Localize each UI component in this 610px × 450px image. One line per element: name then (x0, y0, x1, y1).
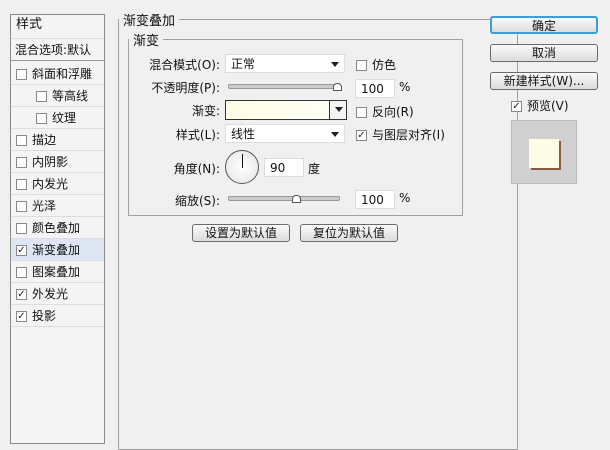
style-select[interactable]: 线性 (225, 124, 345, 143)
style-item-label: 外发光 (32, 287, 69, 301)
reset-default-button[interactable]: 复位为默认值 (300, 224, 398, 242)
checkbox-icon[interactable] (16, 69, 27, 80)
chevron-down-icon (331, 62, 339, 71)
checkbox-icon[interactable] (36, 113, 47, 124)
checkbox-icon[interactable]: ✓ (16, 311, 27, 322)
percent-sign: % (399, 191, 411, 205)
opacity-slider-thumb[interactable] (333, 83, 342, 91)
style-item-label: 投影 (32, 309, 57, 323)
angle-needle (242, 154, 243, 168)
checkbox-icon[interactable] (36, 91, 47, 102)
style-item[interactable]: ✓ 渐变叠加 (11, 239, 104, 261)
dither-checkbox[interactable]: 仿色 (356, 56, 396, 73)
style-item[interactable]: 内阴影 (11, 151, 104, 173)
checkbox-icon[interactable] (16, 157, 27, 168)
preview-box (511, 120, 577, 184)
reverse-checkbox[interactable]: 反向(R) (356, 103, 414, 120)
style-item[interactable]: 图案叠加 (11, 261, 104, 283)
style-item-label: 光泽 (32, 199, 57, 213)
gradient-picker[interactable] (225, 100, 347, 120)
style-item[interactable]: ✓ 外发光 (11, 283, 104, 305)
checkbox-icon[interactable] (16, 179, 27, 190)
style-item[interactable]: 描边 (11, 129, 104, 151)
style-item-label: 颜色叠加 (32, 221, 81, 235)
blend-mode-select[interactable]: 正常 (225, 54, 345, 73)
style-item-label: 渐变叠加 (32, 243, 81, 257)
checkbox-icon (356, 107, 367, 118)
checkbox-icon[interactable]: ✓ (16, 245, 27, 256)
scale-label: 缩放(S): (174, 194, 220, 208)
style-item[interactable]: 内发光 (11, 173, 104, 195)
style-value: 线性 (231, 127, 256, 141)
checkbox-icon[interactable]: ✓ (16, 289, 27, 300)
group-title: 渐变 (133, 34, 160, 49)
blending-options[interactable]: 混合选项:默认 (11, 39, 104, 61)
angle-input[interactable]: 90 (264, 158, 304, 177)
style-item-label: 图案叠加 (32, 265, 81, 279)
opacity-input[interactable]: 100 (355, 79, 395, 98)
style-label: 样式(L): (175, 128, 220, 142)
ok-button[interactable]: 确定 (490, 16, 598, 34)
checkbox-icon: ✓ (511, 101, 522, 112)
new-style-button[interactable]: 新建样式(W)... (490, 72, 598, 90)
style-item[interactable]: 等高线 (11, 85, 104, 107)
checkbox-icon[interactable] (16, 201, 27, 212)
angle-dial[interactable] (225, 150, 259, 184)
preview-label: 预览(V) (527, 99, 569, 113)
scale-slider[interactable] (228, 195, 340, 203)
percent-sign: % (399, 80, 411, 94)
chevron-down-icon (331, 132, 339, 141)
panel-title: 渐变叠加 (123, 14, 176, 29)
style-item-label: 描边 (32, 133, 57, 147)
reverse-label: 反向(R) (372, 105, 414, 119)
checkbox-icon (356, 60, 367, 71)
gradient-dropdown-button[interactable] (329, 101, 346, 119)
gradient-label: 渐变: (191, 104, 220, 118)
style-item-label: 斜面和浮雕 (32, 67, 93, 81)
style-item-label: 内阴影 (32, 155, 69, 169)
checkbox-icon[interactable] (16, 223, 27, 234)
style-item-label: 等高线 (52, 89, 89, 103)
preview-swatch (529, 139, 559, 168)
blend-mode-value: 正常 (231, 57, 256, 71)
preview-checkbox[interactable]: ✓ 预览(V) (511, 97, 569, 114)
checkbox-icon[interactable] (16, 135, 27, 146)
styles-header: 样式 (11, 15, 104, 39)
style-item[interactable]: 光泽 (11, 195, 104, 217)
checkbox-icon: ✓ (356, 130, 367, 141)
cancel-button[interactable]: 取消 (490, 44, 598, 62)
chevron-down-icon (335, 107, 343, 116)
align-with-layer-checkbox[interactable]: ✓ 与图层对齐(I) (356, 126, 445, 143)
set-default-button[interactable]: 设置为默认值 (192, 224, 290, 242)
dither-label: 仿色 (372, 58, 397, 72)
opacity-label: 不透明度(P): (151, 81, 220, 95)
degree-label: 度 (308, 162, 321, 176)
style-item-label: 内发光 (32, 177, 69, 191)
blend-mode-label: 混合模式(O): (149, 58, 220, 72)
styles-list: 样式 混合选项:默认 斜面和浮雕等高线纹理描边内阴影内发光光泽颜色叠加 ✓ 渐变叠加… (10, 14, 105, 444)
opacity-slider[interactable] (228, 83, 342, 91)
style-item[interactable]: 纹理 (11, 107, 104, 129)
style-item[interactable]: ✓ 投影 (11, 305, 104, 327)
style-item[interactable]: 颜色叠加 (11, 217, 104, 239)
checkbox-icon[interactable] (16, 267, 27, 278)
angle-label: 角度(N): (173, 162, 220, 176)
scale-input[interactable]: 100 (355, 190, 395, 209)
style-item[interactable]: 斜面和浮雕 (11, 63, 104, 85)
style-item-label: 纹理 (52, 111, 77, 125)
align-label: 与图层对齐(I) (372, 128, 445, 142)
scale-slider-thumb[interactable] (292, 195, 301, 203)
